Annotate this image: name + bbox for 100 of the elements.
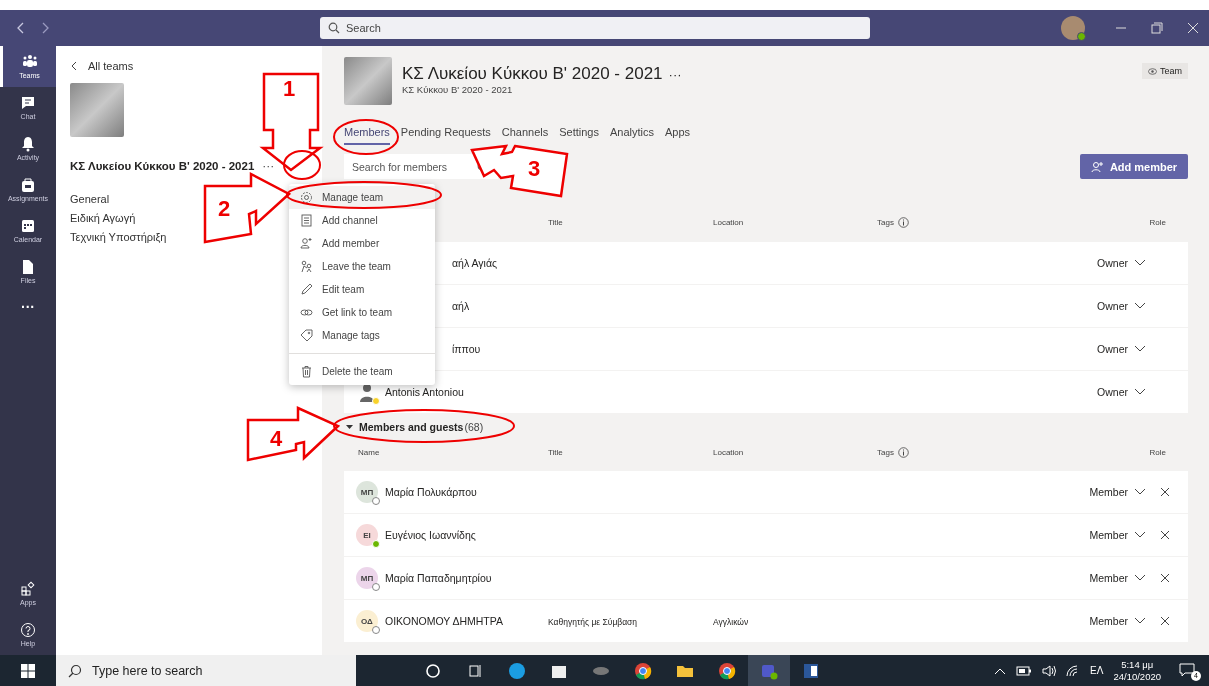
menu-item[interactable]: Add member [289,232,435,255]
initials-avatar: ΜΠ [356,481,378,503]
restore-icon[interactable] [1151,22,1163,34]
team-title: ΚΣ Λυκείου Κύκκου Β' 2020 - 2021 [402,64,663,84]
tab[interactable]: Pending Requests [400,123,491,145]
gear-icon [300,191,313,204]
team-badge: Team [1142,63,1188,79]
team-picture [344,57,392,105]
column-header: Tags [877,447,894,457]
grid-plus-icon [20,581,36,597]
member-name: Ευγένιος Ιωαννίδης [385,529,476,541]
menu-item[interactable]: Edit team [289,278,435,301]
eye-icon [1148,67,1157,75]
all-teams-link[interactable]: All teams [70,60,134,72]
initials-avatar: ΜΠ [356,567,378,589]
column-header: Location [713,217,745,227]
forward-icon[interactable] [40,22,50,34]
team-name: ΚΣ Λυκείου Κύκκου Β' 2020 - 2021 [70,160,255,172]
highlight-ellipse [333,119,399,155]
menu-item[interactable]: Get link to team [289,301,435,324]
menu-item[interactable]: Manage tags [289,324,435,347]
member-count: (68) [464,421,484,433]
team-subtitle: ΚΣ Κύκκου Β' 2020 - 2021 [402,84,513,95]
member-name: Μαρία Πολυκάρπου [385,486,477,498]
tab[interactable]: Settings [559,123,599,145]
speaker-icon[interactable] [1042,664,1057,677]
menu-item[interactable]: Delete the team [289,360,435,383]
link-icon [300,306,313,319]
tab[interactable]: Apps [665,123,691,145]
chevron-down-icon [1134,388,1146,396]
trash-icon [300,365,313,378]
member-name: ίππου [452,343,481,355]
search-field[interactable]: Search [320,17,870,39]
more-options-button[interactable]: ··· [262,159,275,173]
role-dropdown[interactable]: Member [1089,486,1146,498]
menu-item[interactable]: Leave the team [289,255,435,278]
remove-icon[interactable] [1160,573,1170,583]
member-name: ΟΙΚΟΝΟΜΟΥ ΔΗΜΗΤΡΑ [385,615,503,627]
column-header: Role [1148,217,1167,227]
chat-icon [20,95,36,111]
chevron-up-icon[interactable] [994,666,1007,675]
language-indicator[interactable]: ΕΛ [1090,665,1104,676]
chevron-down-icon [1134,345,1146,353]
column-header: Tags [877,217,894,227]
battery-icon[interactable] [1016,665,1033,676]
tab[interactable]: Members [344,123,390,145]
add-member-button[interactable]: Add member [1080,154,1188,179]
role-dropdown[interactable]: Member [1089,529,1146,541]
file-icon [20,259,36,275]
callout-number: 3 [528,158,541,180]
tab[interactable]: Analytics [610,123,654,145]
remove-icon[interactable] [1160,530,1170,540]
channel-item[interactable]: General [70,193,110,205]
team-picture [70,83,124,137]
role-dropdown[interactable]: Owner [1097,343,1146,355]
callout-number: 2 [218,198,231,220]
column-header: Title [548,217,564,227]
chevron-down-icon [1134,531,1146,539]
role-dropdown[interactable]: Member [1089,615,1146,627]
bag-icon [20,177,36,193]
calendar-icon [20,218,36,234]
more-options-button[interactable]: ··· [668,67,682,82]
role-dropdown[interactable]: Owner [1097,257,1146,269]
role-dropdown[interactable]: Owner [1097,300,1146,312]
pencil-icon [300,283,313,296]
back-icon[interactable] [16,22,26,34]
caret-icon[interactable] [346,424,353,430]
member-location: Αγγλικών [713,617,749,627]
more-apps-button[interactable]: ··· [0,292,56,328]
member-title: Καθηγητής με Σύμβαση [548,617,638,627]
user-avatar[interactable] [1061,16,1085,40]
taskbar-search-field[interactable]: Type here to search [56,655,356,686]
clock[interactable]: 5:14 μμ 24/10/2020 [1113,658,1161,683]
windows-start-icon[interactable] [20,662,36,679]
role-dropdown[interactable]: Member [1089,572,1146,584]
role-dropdown[interactable]: Owner [1097,386,1146,398]
teams-icon [21,54,38,70]
leave-icon [300,260,313,273]
initials-avatar: ΕΙ [356,524,378,546]
remove-icon[interactable] [1160,487,1170,497]
column-header: Location [713,447,745,457]
person-add-icon [1090,160,1104,173]
chevron-down-icon [1134,259,1146,267]
channel-item[interactable]: Ειδική Αγωγή [70,212,136,224]
member-name: Μαρία Παπαδημητρίου [385,572,492,584]
tag-icon [300,329,313,342]
menu-item[interactable]: Add channel [289,209,435,232]
chevron-down-icon [1134,617,1146,625]
section-heading: Members and guests [359,421,464,433]
remove-icon[interactable] [1160,616,1170,626]
chevron-down-icon [1134,488,1146,496]
channel-icon [300,214,313,227]
chevron-down-icon [1134,574,1146,582]
tab[interactable]: Channels [501,123,549,145]
initials-avatar: ΟΔ [356,610,378,632]
info-icon [897,446,909,458]
bell-icon [20,136,36,152]
channel-item[interactable]: Τεχνική Υποστήριξη [70,231,167,243]
close-icon[interactable] [1187,22,1199,34]
person-add-icon [300,237,313,250]
